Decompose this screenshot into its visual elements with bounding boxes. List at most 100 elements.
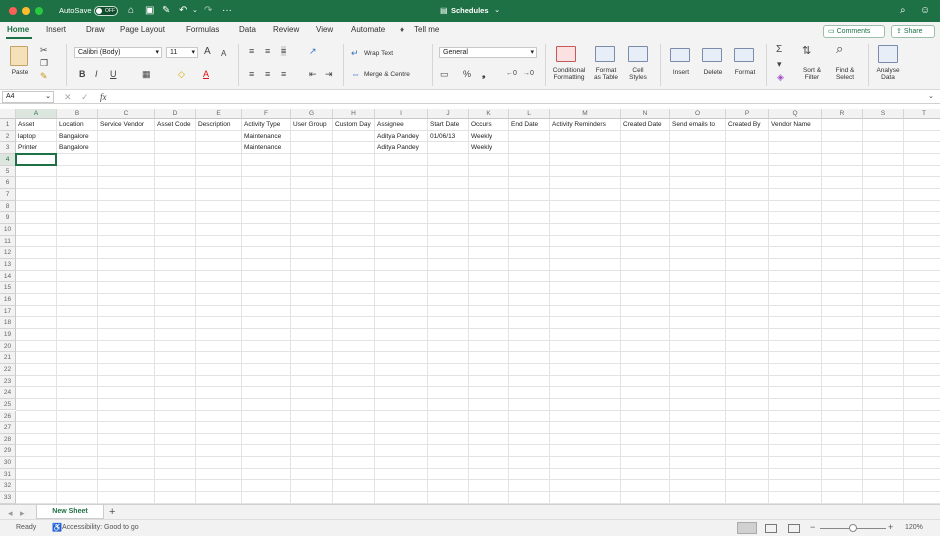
cell-f1[interactable]: Activity Type: [242, 119, 280, 131]
tab-insert[interactable]: Insert: [46, 25, 66, 34]
align-right-icon[interactable]: ≡: [281, 69, 286, 79]
cut-icon[interactable]: ✂: [40, 45, 48, 55]
autosum-icon[interactable]: Σ: [776, 45, 782, 55]
sort-filter-button[interactable]: Sort & Filter: [798, 67, 826, 81]
currency-icon[interactable]: ▭: [440, 69, 449, 79]
tab-draw[interactable]: Draw: [86, 25, 105, 34]
grow-font-icon[interactable]: A: [204, 47, 211, 57]
row-header-18[interactable]: 18: [0, 317, 16, 329]
share-button[interactable]: ⇪ Share: [891, 25, 935, 38]
row-header-30[interactable]: 30: [0, 457, 16, 469]
comments-button[interactable]: ▭ Comments: [823, 25, 885, 38]
select-all-corner[interactable]: [0, 109, 16, 119]
search-icon[interactable]: ⌕: [900, 4, 906, 18]
row-header-23[interactable]: 23: [0, 375, 16, 388]
underline-button[interactable]: U: [110, 69, 117, 79]
row-header-28[interactable]: 28: [0, 433, 16, 446]
cell-i3[interactable]: Aditya Pandey: [375, 142, 419, 154]
sort-filter-icon[interactable]: ⇅: [802, 46, 811, 57]
column-header-k[interactable]: K: [469, 109, 509, 119]
title-chevron-icon[interactable]: ⌄: [494, 5, 500, 14]
name-box[interactable]: A4 ⌄: [2, 91, 54, 103]
row-header-3[interactable]: 3: [0, 142, 16, 154]
column-header-p[interactable]: P: [726, 109, 769, 119]
cell-n1[interactable]: Created Date: [621, 119, 662, 131]
format-painter-icon[interactable]: ✎: [40, 71, 48, 81]
cell-l1[interactable]: End Date: [509, 119, 538, 131]
column-header-n[interactable]: N: [621, 109, 670, 119]
column-header-f[interactable]: F: [242, 109, 291, 119]
tab-view[interactable]: View: [316, 25, 333, 34]
row-header-6[interactable]: 6: [0, 177, 16, 189]
row-header-26[interactable]: 26: [0, 410, 16, 423]
row-header-8[interactable]: 8: [0, 200, 16, 213]
row-header-2[interactable]: 2: [0, 130, 16, 143]
tab-formulas[interactable]: Formulas: [186, 25, 219, 34]
row-header-22[interactable]: 22: [0, 363, 16, 376]
delete-button[interactable]: Delete: [700, 69, 726, 76]
row-header-7[interactable]: 7: [0, 188, 16, 201]
tab-page-layout[interactable]: Page Layout: [120, 25, 165, 34]
zoom-out-icon[interactable]: −: [810, 522, 815, 532]
row-header-17[interactable]: 17: [0, 305, 16, 318]
borders-icon[interactable]: ▦: [142, 69, 151, 79]
increase-indent-icon[interactable]: ⇥: [325, 69, 333, 79]
column-header-e[interactable]: E: [196, 109, 242, 119]
find-select-button[interactable]: Find & Select: [830, 67, 860, 81]
more-icon[interactable]: ···: [222, 4, 232, 18]
column-header-d[interactable]: D: [155, 109, 196, 119]
cell-f2[interactable]: Maintenance: [242, 131, 281, 143]
column-header-r[interactable]: R: [822, 109, 863, 119]
row-header-11[interactable]: 11: [0, 235, 16, 248]
column-header-c[interactable]: C: [98, 109, 155, 119]
selected-cell-outline[interactable]: [15, 152, 57, 166]
column-header-a[interactable]: A: [16, 109, 57, 119]
analyse-data-button[interactable]: Analyse Data: [872, 67, 904, 81]
column-header-g[interactable]: G: [291, 109, 333, 119]
format-table-icon[interactable]: [595, 46, 615, 62]
column-header-i[interactable]: I: [375, 109, 428, 119]
font-color-icon[interactable]: A: [203, 69, 209, 79]
column-header-q[interactable]: Q: [769, 109, 822, 119]
cell-k3[interactable]: Weekly: [469, 142, 492, 154]
percent-icon[interactable]: %: [463, 69, 471, 79]
row-header-5[interactable]: 5: [0, 165, 16, 178]
cell-e1[interactable]: Description: [196, 119, 231, 131]
autosave-toggle[interactable]: OFF: [94, 6, 118, 16]
wrap-text-button[interactable]: Wrap Text: [364, 50, 393, 57]
enter-icon[interactable]: ✓: [81, 92, 89, 102]
column-header-m[interactable]: M: [550, 109, 621, 119]
cell-b1[interactable]: Location: [57, 119, 84, 131]
row-header-24[interactable]: 24: [0, 387, 16, 399]
tell-me-search[interactable]: Tell me: [414, 25, 439, 34]
zoom-level[interactable]: 120%: [905, 524, 923, 531]
row-header-31[interactable]: 31: [0, 468, 16, 481]
home-icon[interactable]: ⌂: [128, 4, 134, 18]
column-header-o[interactable]: O: [670, 109, 726, 119]
cell-a2[interactable]: laptop: [16, 131, 36, 143]
page-break-view-icon[interactable]: [788, 524, 800, 533]
expand-formula-icon[interactable]: ⌄: [928, 92, 934, 102]
column-header-s[interactable]: S: [863, 109, 904, 119]
analyse-data-icon[interactable]: [878, 45, 898, 63]
increase-decimal-icon[interactable]: ←0: [506, 69, 517, 79]
conditional-formatting-icon[interactable]: [556, 46, 576, 62]
spreadsheet-grid[interactable]: A B C D E F G H I J K L M N O P Q R S T 1 2 3 4 5 6 7 8 9 10 11 12 13 14 1…: [0, 109, 940, 504]
normal-view-icon[interactable]: [737, 522, 757, 534]
page-layout-view-icon[interactable]: [765, 524, 777, 533]
cell-i2[interactable]: Aditya Pandey: [375, 131, 419, 143]
format-cells-icon[interactable]: [734, 48, 754, 62]
cell-d1[interactable]: Asset Code: [155, 119, 191, 131]
cell-h1[interactable]: Custom Day: [333, 119, 371, 131]
decrease-indent-icon[interactable]: ⇤: [309, 69, 317, 79]
cell-b3[interactable]: Bangalore: [57, 142, 89, 154]
minimize-window-button[interactable]: [22, 7, 30, 15]
sheet-tab-new-sheet[interactable]: New Sheet: [36, 505, 104, 519]
column-header-l[interactable]: L: [509, 109, 550, 119]
prev-sheet-icon[interactable]: ◂: [8, 508, 13, 518]
row-header-27[interactable]: 27: [0, 422, 16, 434]
decrease-decimal-icon[interactable]: →0: [523, 69, 534, 79]
row-header-33[interactable]: 33: [0, 492, 16, 504]
merge-centre-button[interactable]: Merge & Centre: [364, 71, 410, 78]
row-header-1[interactable]: 1: [0, 119, 16, 131]
